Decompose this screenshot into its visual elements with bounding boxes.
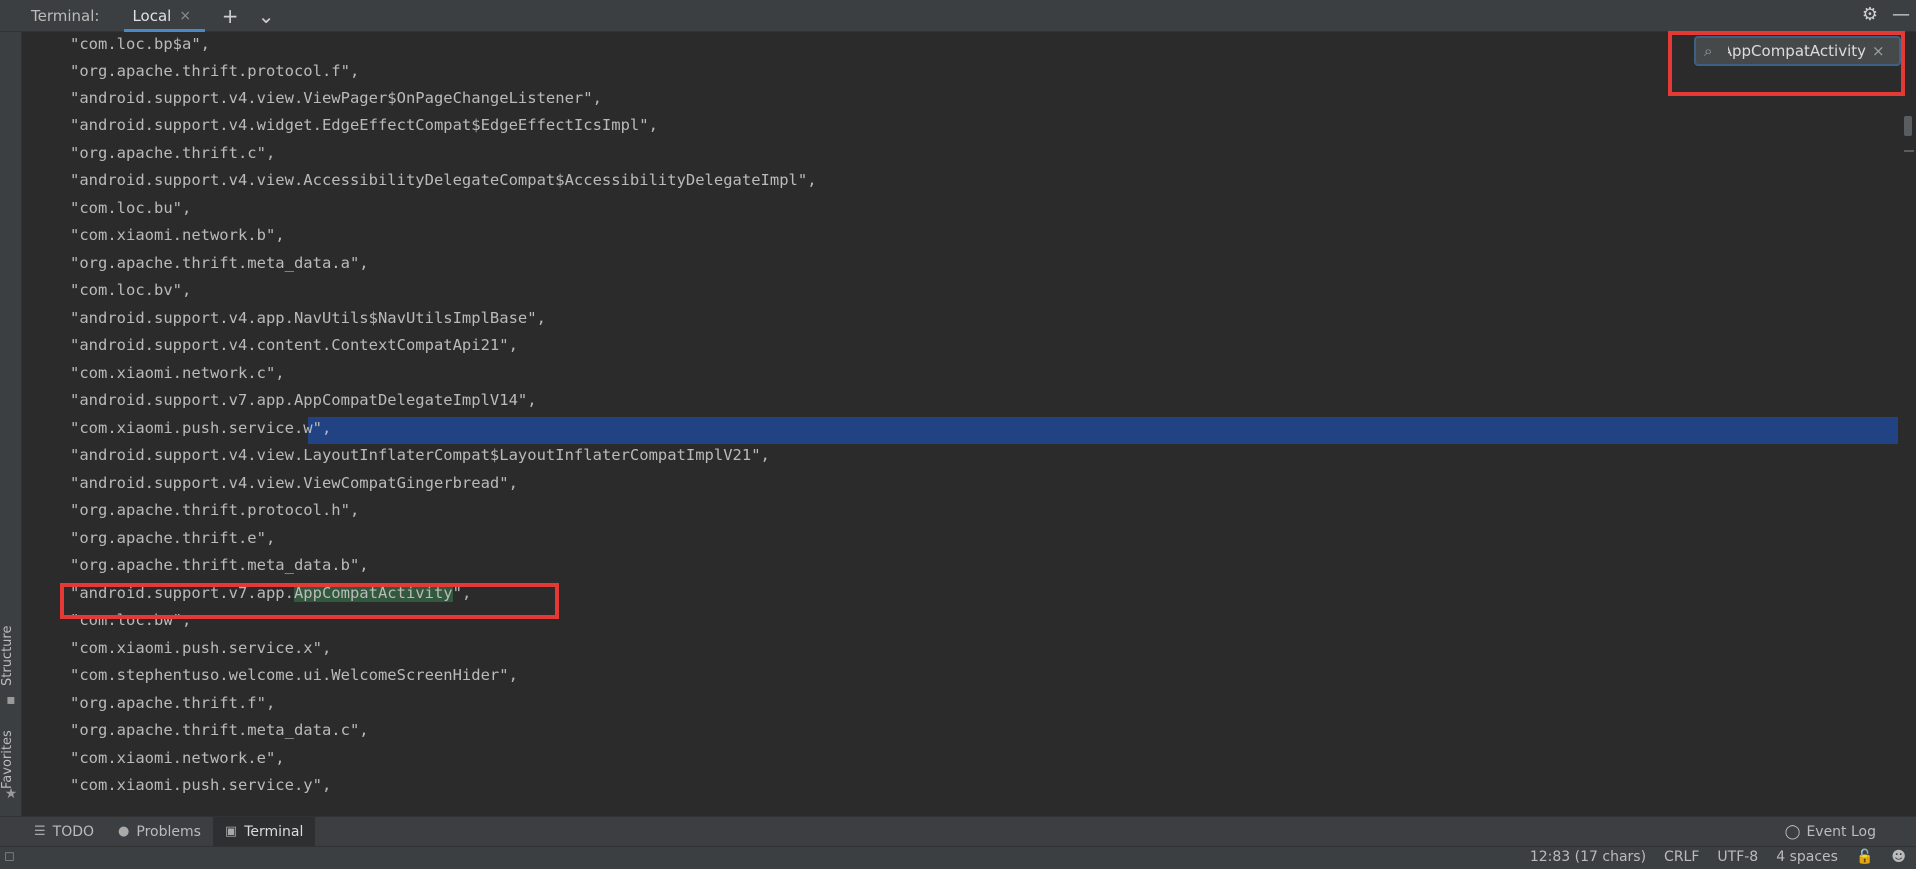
output-line: "android.support.v4.content.ContextCompa… — [70, 336, 518, 354]
match-marker — [1904, 150, 1914, 152]
selected-output-line: "com.xiaomi.push.service.w", — [22, 415, 1898, 444]
output-line: "org.apache.thrift.f", — [70, 694, 276, 712]
tab-terminal-label: Terminal — [244, 823, 304, 840]
search-annotation-box — [1668, 31, 1905, 96]
line-separator[interactable]: CRLF — [1664, 849, 1699, 865]
terminal-header: Terminal: Local × + ⌄ ⚙ — — [0, 0, 1916, 32]
star-icon[interactable]: ★ — [3, 786, 19, 802]
tab-local[interactable]: Local × — [124, 0, 205, 32]
output-line: "org.apache.thrift.c", — [70, 144, 276, 162]
output-line: "org.apache.thrift.meta_data.c", — [70, 721, 369, 739]
terminal-output[interactable]: "com.loc.bp$a", "org.apache.thrift.proto… — [22, 32, 1916, 816]
caret-position[interactable]: 12:83 (17 chars) — [1530, 849, 1646, 865]
event-log-label: Event Log — [1806, 824, 1876, 840]
tab-problems[interactable]: ● Problems — [106, 817, 213, 847]
status-bar: ◻ 12:83 (17 chars) CRLF UTF-8 4 spaces 🔓… — [0, 846, 1916, 869]
list-icon: ☰ — [34, 824, 46, 839]
output-line: "com.loc.bv", — [70, 281, 192, 299]
tab-terminal[interactable]: ▣ Terminal — [212, 816, 316, 847]
window-icon[interactable]: ◻ — [4, 849, 15, 864]
tab-local-label: Local — [132, 6, 172, 25]
tool-window-bar: ☰ TODO ● Problems ▣ Terminal ◯ Event Log — [0, 816, 1916, 847]
output-line: "android.support.v4.view.AccessibilityDe… — [70, 171, 817, 189]
vertical-scrollbar[interactable] — [1902, 32, 1916, 816]
output-line: "com.loc.bu", — [70, 199, 192, 217]
problems-icon: ● — [118, 824, 130, 839]
tab-problems-label: Problems — [136, 823, 201, 840]
lock-icon[interactable]: 🔓 — [1856, 849, 1873, 865]
indent-setting[interactable]: 4 spaces — [1776, 849, 1838, 865]
match-annotation-box — [60, 583, 559, 619]
gear-icon[interactable]: ⚙ — [1862, 4, 1878, 25]
output-line: "android.support.v4.view.ViewPager$OnPag… — [70, 89, 602, 107]
structure-icon[interactable]: ▪ — [3, 692, 19, 708]
output-line: "android.support.v4.app.NavUtils$NavUtil… — [70, 309, 546, 327]
event-log-icon: ◯ — [1784, 824, 1801, 840]
output-line: "org.apache.thrift.protocol.h", — [70, 501, 360, 519]
tab-close-icon[interactable]: × — [179, 8, 191, 24]
output-line: "android.support.v7.app.AppCompatDelegat… — [70, 391, 537, 409]
output-line: "com.xiaomi.network.b", — [70, 226, 285, 244]
output-line: "com.xiaomi.network.e", — [70, 749, 285, 767]
output-line: "android.support.v4.view.ViewCompatGinge… — [70, 474, 518, 492]
minimize-icon[interactable]: — — [1892, 4, 1910, 25]
output-line: "android.support.v4.view.LayoutInflaterC… — [70, 446, 770, 464]
chevron-down-icon[interactable]: ⌄ — [255, 4, 277, 28]
output-line: "com.stephentuso.welcome.ui.WelcomeScree… — [70, 666, 518, 684]
inspector-icon[interactable]: ☻ — [1891, 849, 1906, 865]
output-line: "org.apache.thrift.meta_data.b", — [70, 556, 369, 574]
output-line: "org.apache.thrift.protocol.f", — [70, 62, 360, 80]
output-line: "com.xiaomi.push.service.x", — [70, 639, 332, 657]
output-line: "com.xiaomi.push.service.y", — [70, 776, 332, 794]
output-line: "org.apache.thrift.meta_data.a", — [70, 254, 369, 272]
event-log-button[interactable]: ◯ Event Log — [1785, 817, 1876, 847]
output-line: "com.xiaomi.network.c", — [70, 364, 285, 382]
tab-todo-label: TODO — [52, 823, 95, 840]
terminal-icon: ▣ — [224, 824, 238, 839]
left-tool-stripe: Structure ▪ Favorites ★ — [0, 32, 22, 816]
tab-todo[interactable]: ☰ TODO — [22, 817, 106, 847]
output-line: "com.loc.bp$a", — [70, 35, 210, 53]
output-line: "android.support.v4.widget.EdgeEffectCom… — [70, 116, 658, 134]
new-session-icon[interactable]: + — [219, 4, 241, 28]
output-line: "org.apache.thrift.e", — [70, 529, 276, 547]
file-encoding[interactable]: UTF-8 — [1717, 849, 1758, 865]
scrollbar-thumb[interactable] — [1904, 116, 1912, 136]
structure-tab[interactable]: Structure — [0, 620, 22, 692]
terminal-title: Terminal: — [31, 6, 100, 25]
